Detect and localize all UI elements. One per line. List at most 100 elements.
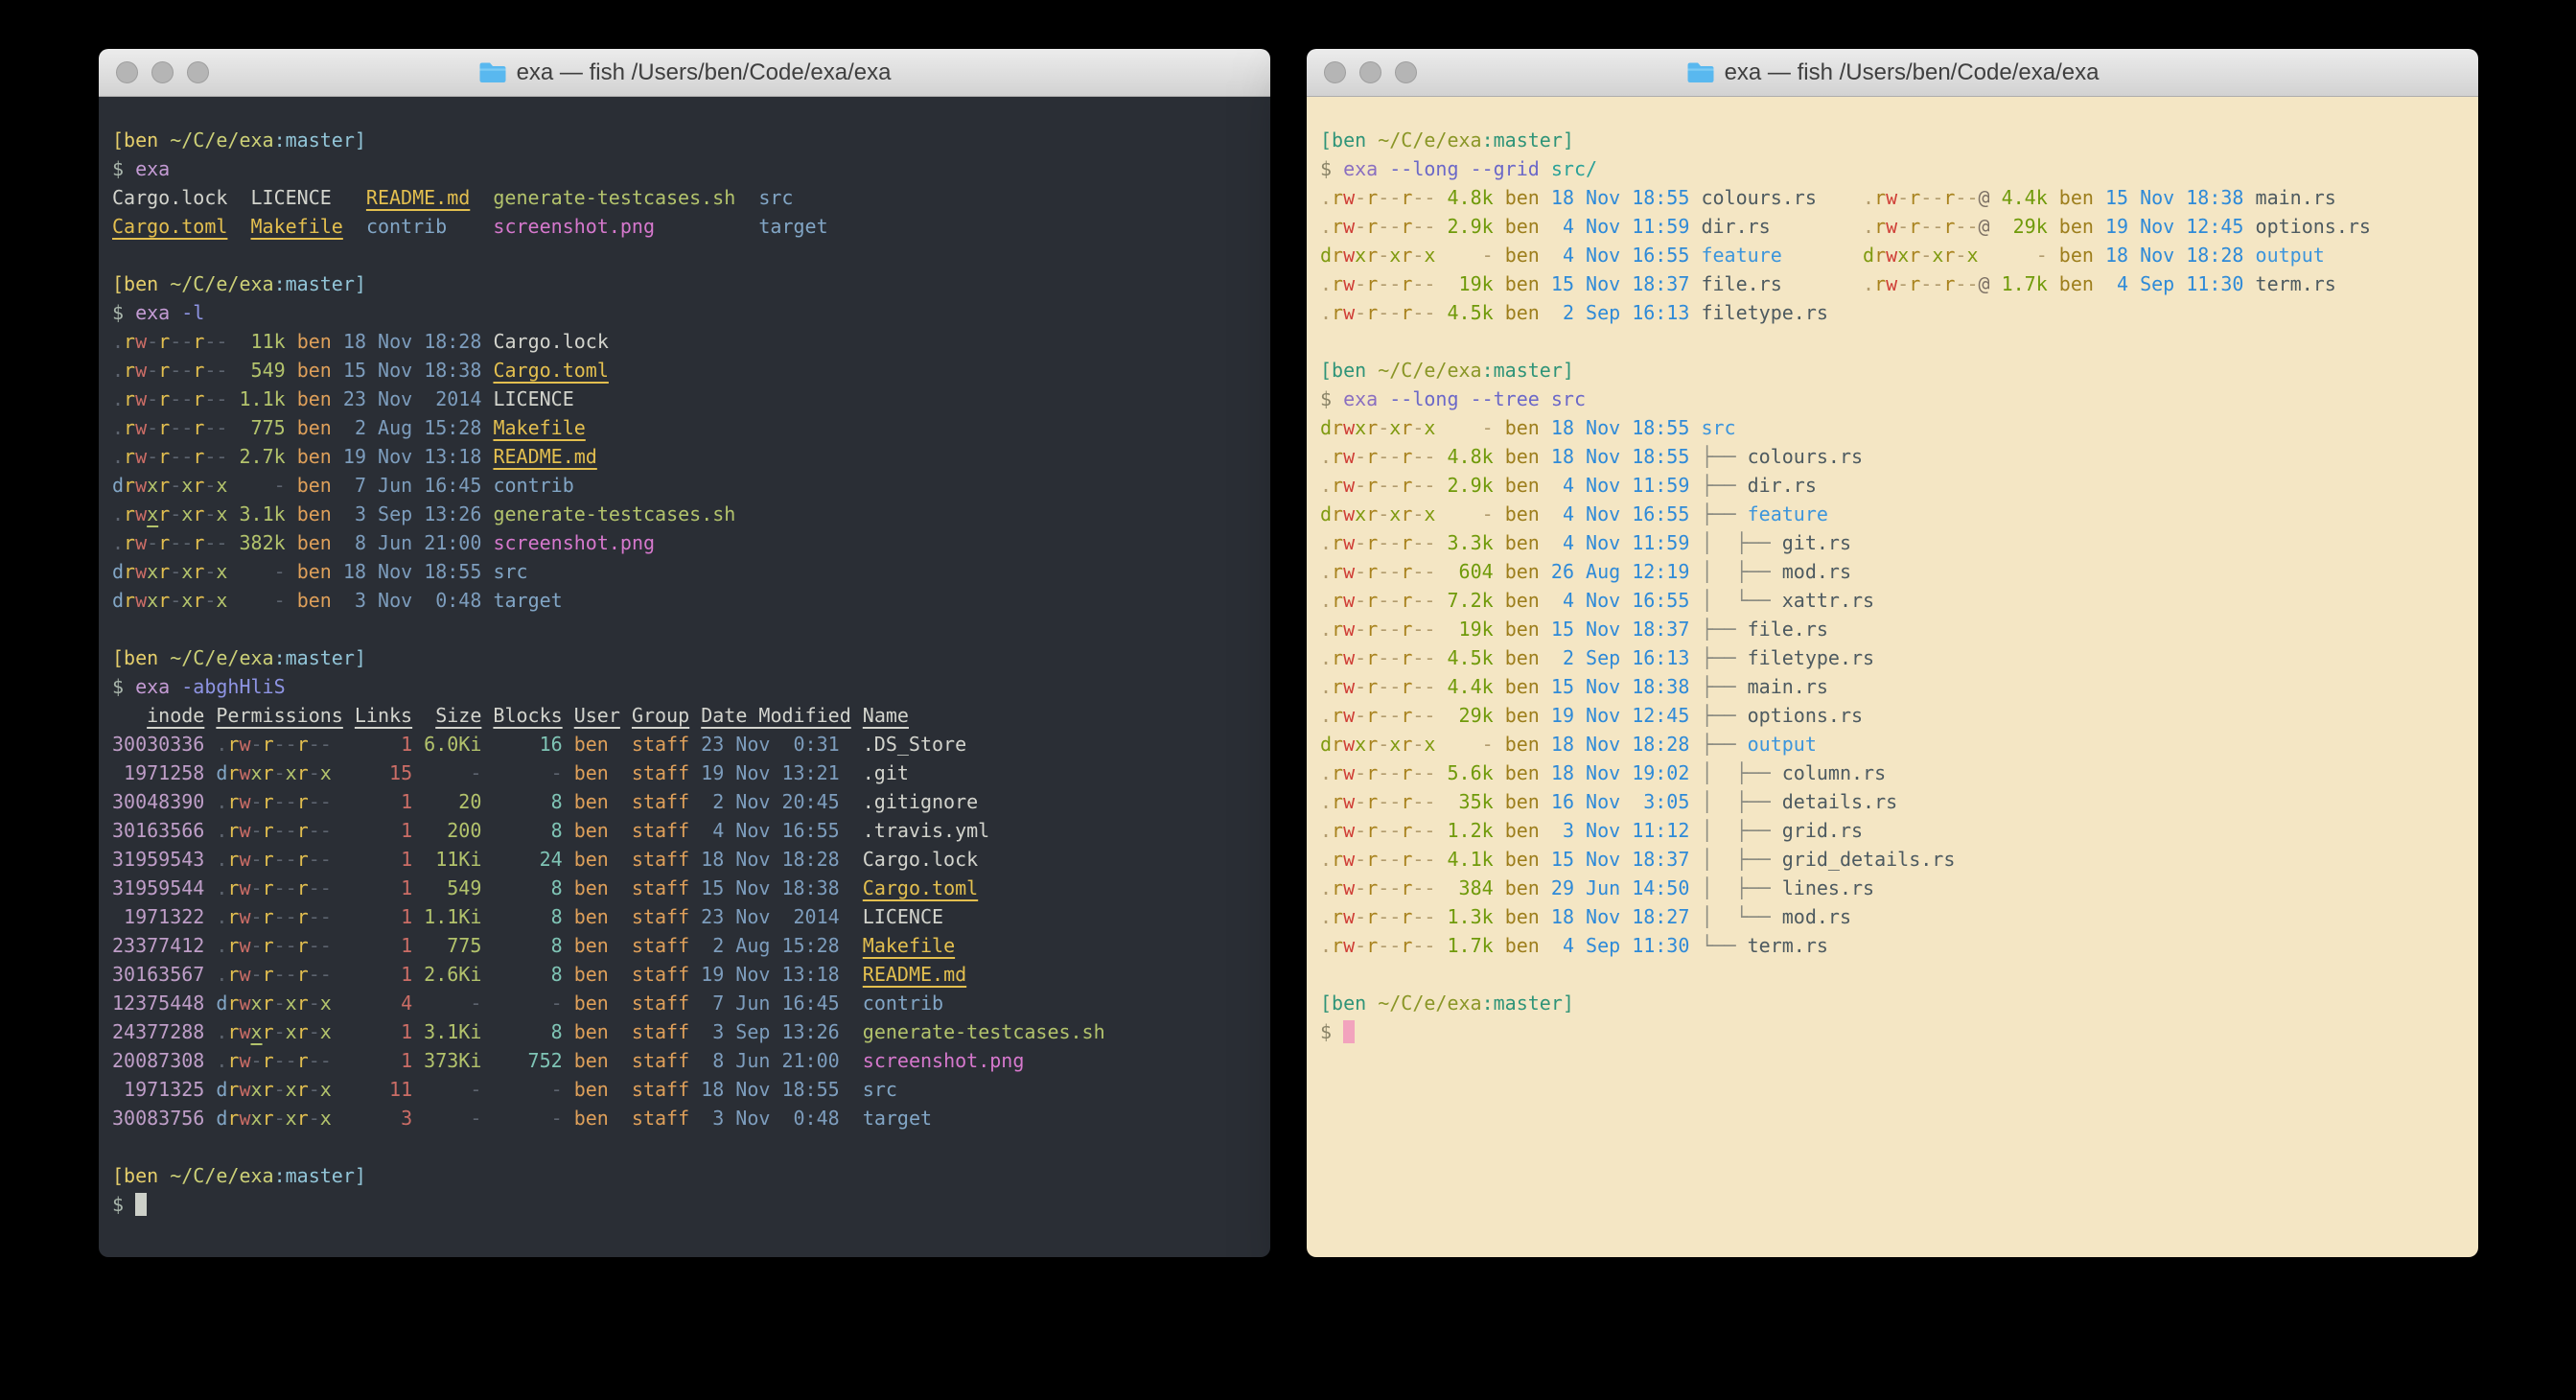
terminal-text: - <box>481 1107 562 1130</box>
permission-bit: - <box>1424 589 1435 612</box>
minimize-button[interactable] <box>1359 61 1381 83</box>
permission-bit: . <box>216 876 227 899</box>
permission-bit: - <box>1932 215 1943 238</box>
permission-bit: r <box>297 905 309 928</box>
terminal-text: 384 <box>1435 876 1493 899</box>
permission-bit: - <box>170 560 181 583</box>
terminal-text: target <box>863 1107 932 1130</box>
terminal-text: - <box>227 560 285 583</box>
permission-bit: x <box>216 560 227 583</box>
terminal-text <box>1689 876 1701 899</box>
permission-bit: w <box>1886 215 1897 238</box>
permission-bit: w <box>239 819 250 842</box>
permission-bit: - <box>204 474 216 497</box>
permission-bit: - <box>1424 215 1435 238</box>
permission-bit: w <box>1343 761 1355 784</box>
terminal-text: target <box>758 215 827 238</box>
permission-bit: - <box>1412 215 1424 238</box>
terminal-line: drwxr-xr-x - ben 18 Nov 18:55 src <box>1320 413 2465 442</box>
permission-bit: - <box>1932 186 1943 209</box>
terminal-text: 775 <box>412 934 481 957</box>
permission-bit: r <box>1332 819 1343 842</box>
terminal-text: 30048390 <box>112 790 204 813</box>
permission-bit: r <box>124 445 135 468</box>
permission-bit: w <box>135 502 147 525</box>
terminal-text: [ben <box>112 646 158 669</box>
permission-bit: r <box>1332 905 1343 928</box>
permission-bit: . <box>1320 761 1332 784</box>
permission-bit: r <box>1401 589 1412 612</box>
terminal-text: 8 Jun 21:00 <box>332 531 482 554</box>
terminal-text: 29k <box>1435 704 1493 727</box>
permission-bit: x <box>320 1107 332 1130</box>
terminal-line: $ <box>112 1190 1257 1219</box>
permission-bit: . <box>1863 215 1874 238</box>
terminal-text: ben <box>286 589 332 612</box>
zoom-button[interactable] <box>187 61 209 83</box>
permission-bit: r <box>1332 474 1343 497</box>
permission-bit: - <box>1378 589 1389 612</box>
permission-bit: - <box>274 1107 286 1130</box>
permission-bit: - <box>251 733 263 756</box>
permission-bit: r <box>227 1078 239 1101</box>
permission-bit: - <box>181 531 193 554</box>
permission-bit: r <box>193 416 204 439</box>
terminal-text: - <box>1435 416 1493 439</box>
permission-bit: - <box>274 733 286 756</box>
terminal-text: Cargo.lock LICENCE <box>112 186 366 209</box>
permission-bit: r <box>1366 589 1378 612</box>
terminal-text: :master] <box>274 272 366 295</box>
terminal-text: .DS_Store <box>840 733 966 756</box>
terminal-text: ~/C/e/exa <box>158 272 273 295</box>
terminal-text: ben staff <box>563 761 689 784</box>
terminal-text: 26 Aug 12:19 <box>1540 560 1690 583</box>
terminal-text: exa <box>135 301 170 324</box>
minimize-button[interactable] <box>151 61 174 83</box>
close-button[interactable] <box>1324 61 1346 83</box>
terminal-text: 4 Sep 11:30 <box>2094 272 2244 295</box>
permission-bit: r <box>1332 244 1343 267</box>
permission-bit: - <box>1389 589 1401 612</box>
permission-bit: w <box>1343 675 1355 698</box>
terminal-text <box>1689 675 1701 698</box>
permission-bit: r <box>1401 301 1412 324</box>
right-titlebar[interactable]: exa — fish /Users/ben/Code/exa/exa <box>1307 49 2478 97</box>
terminal-text: │ └── <box>1701 905 1781 928</box>
permission-bit: - <box>216 445 227 468</box>
terminal-text: │ ├── <box>1701 876 1781 899</box>
permission-bit: w <box>135 416 147 439</box>
permission-bit: x <box>1932 244 1943 267</box>
terminal-line: [ben ~/C/e/exa:master] <box>112 126 1257 154</box>
close-button[interactable] <box>116 61 138 83</box>
terminal-text: 18 Nov 19:02 <box>1540 761 1690 784</box>
terminal-text: - <box>227 589 285 612</box>
left-titlebar[interactable]: exa — fish /Users/ben/Code/exa/exa <box>99 49 1270 97</box>
terminal-text: ben <box>286 531 332 554</box>
zoom-button[interactable] <box>1395 61 1417 83</box>
permission-bit: - <box>204 531 216 554</box>
terminal-line: drwxr-xr-x - ben 4 Nov 16:55 feature drw… <box>1320 241 2465 269</box>
terminal-text: 3 Nov 0:48 <box>689 1107 840 1130</box>
left-terminal-content[interactable]: [ben ~/C/e/exa:master] $ exa Cargo.lock LI… <box>99 97 1270 1257</box>
terminal-text: Makefile <box>863 934 955 957</box>
permission-bit: - <box>1389 819 1401 842</box>
permission-bit: r <box>193 474 204 497</box>
terminal-line: .rwxr-xr-x 3.1k ben 3 Sep 13:26 generate… <box>112 500 1257 528</box>
right-terminal-content[interactable]: [ben ~/C/e/exa:master]$ exa --long --gri… <box>1307 97 2478 1257</box>
permission-bit: - <box>1389 272 1401 295</box>
terminal-line: Cargo.lock LICENCE README.md generate-te… <box>112 183 1257 212</box>
terminal-text: main.rs <box>2243 186 2335 209</box>
permission-bit: - <box>1378 876 1389 899</box>
terminal-text: ben staff <box>563 790 689 813</box>
permission-bit: - <box>1424 301 1435 324</box>
terminal-text: ~/C/e/exa <box>1366 992 1481 1015</box>
permission-bit: - <box>1412 790 1424 813</box>
permission-bit: x <box>147 560 158 583</box>
terminal-text: $ <box>1320 387 1343 410</box>
permission-bit: - <box>286 963 297 986</box>
permission-bit: x <box>1389 244 1401 267</box>
permission-bit: r <box>1401 560 1412 583</box>
permission-bit: - <box>1897 272 1909 295</box>
permission-bit: r <box>263 905 274 928</box>
permission-bit: r <box>1909 215 1920 238</box>
